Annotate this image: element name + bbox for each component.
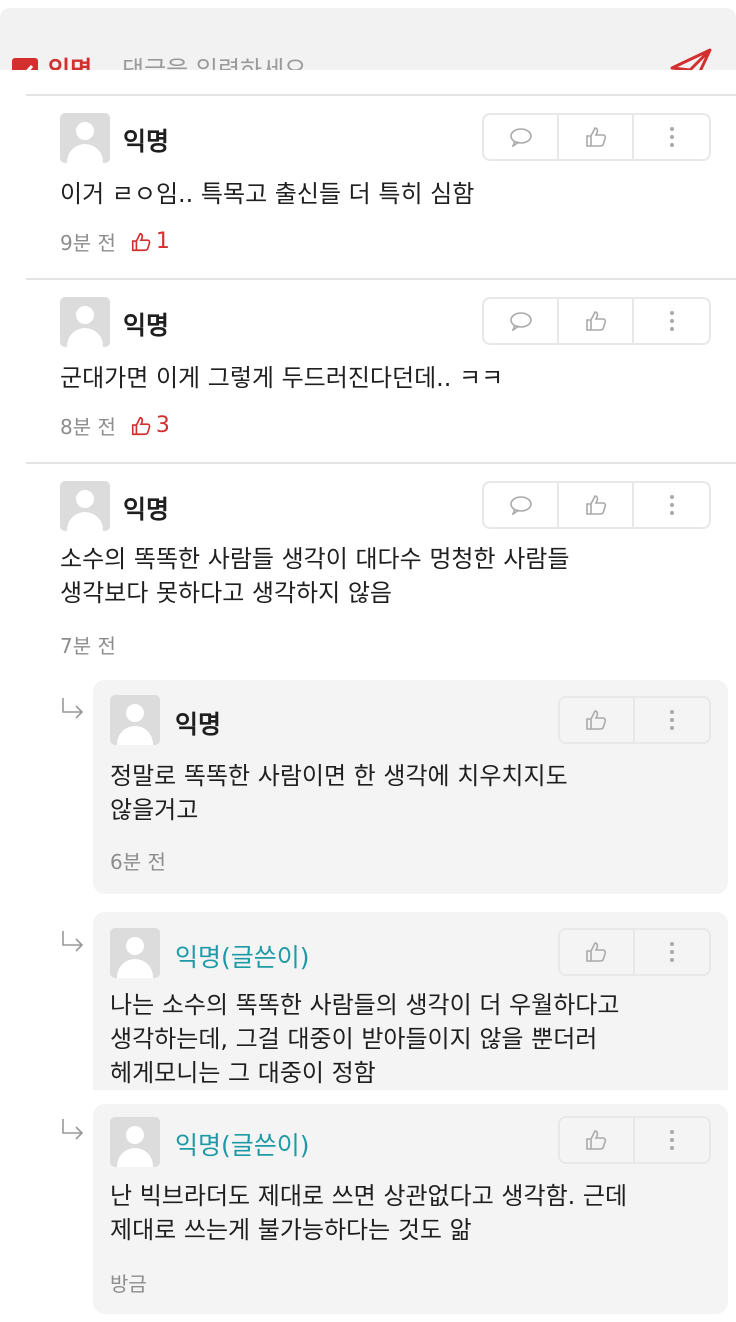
more-vertical-icon [669, 495, 674, 515]
comment-meta: 7분 전 [60, 630, 116, 659]
comment-actions [482, 481, 711, 529]
comment-item: 익명 이거 ㄹㅇ임.. 특목고 출신들 더 특히 심함 9분 전 1 [0, 96, 736, 278]
reply-time: 6분 전 [110, 850, 166, 874]
like-button[interactable] [560, 1118, 635, 1162]
more-vertical-icon [669, 127, 674, 147]
speech-bubble-icon [509, 128, 532, 147]
avatar [110, 1117, 160, 1167]
like-button[interactable] [559, 299, 635, 343]
thumbs-up-icon [586, 942, 607, 962]
comment-item: 익명 소수의 똑똑한 사람들 생각이 대다수 멍청한 사람들 생각보다 못하다고… [0, 464, 736, 674]
comment-item: 익명 군대가면 이게 그렇게 두드러진다던데.. ㅋㅋ 8분 전 3 [0, 280, 736, 462]
more-button[interactable] [634, 483, 709, 527]
reply-author-op: 익명(글쓴이) [175, 1131, 310, 1160]
reply-time: 방금 [110, 1272, 147, 1296]
avatar [110, 928, 160, 978]
more-vertical-icon [669, 942, 674, 962]
reply-button[interactable] [484, 483, 560, 527]
reply-author-op: 익명(글쓴이) [175, 943, 310, 972]
more-button[interactable] [634, 299, 709, 343]
comment-text: 소수의 똑똑한 사람들 생각이 대다수 멍청한 사람들 생각보다 못하다고 생각… [60, 545, 570, 607]
anonymous-checkbox[interactable] [12, 58, 38, 70]
comment-text: 군대가면 이게 그렇게 두드러진다던데.. ㅋㅋ [60, 364, 504, 392]
more-button[interactable] [635, 1118, 709, 1162]
like-count: 1 [130, 229, 170, 254]
checkbox-checked-icon [19, 64, 34, 70]
anonymous-label[interactable]: 익명 [48, 50, 92, 70]
reply-actions [558, 928, 711, 976]
reply-button[interactable] [484, 299, 560, 343]
avatar [60, 113, 110, 163]
like-count: 3 [130, 413, 170, 438]
reply-item: 익명(글쓴이) 난 빅브라더도 제대로 쓰면 상관없다고 생각함. 근데 제대로… [93, 1104, 728, 1314]
comment-composer: 익명 댓글을 입력하세요. [0, 8, 736, 70]
reply-text: 나는 소수의 똑똑한 사람들의 생각이 더 우월하다고 생각하는데, 그걸 대중… [110, 991, 620, 1087]
comment-actions [482, 113, 711, 161]
comment-input[interactable]: 댓글을 입력하세요. [122, 50, 314, 70]
reply-text: 정말로 똑똑한 사람이면 한 생각에 치우치지도 않을거고 [110, 762, 568, 824]
comment-author: 익명 [123, 127, 170, 156]
reply-arrow-icon [62, 931, 84, 952]
thumbs-up-icon [586, 1130, 607, 1150]
like-button[interactable] [560, 930, 635, 974]
reply-arrow-icon [62, 1119, 84, 1140]
send-icon [670, 48, 712, 70]
reply-meta: 6분 전 [110, 846, 166, 875]
comment-author: 익명 [123, 495, 170, 524]
comment-time: 7분 전 [60, 634, 116, 658]
reply-button[interactable] [484, 115, 560, 159]
reply-meta: 방금 [110, 1268, 147, 1297]
composer-bottom [0, 70, 736, 96]
reply-arrow-icon [62, 698, 84, 719]
speech-bubble-icon [509, 496, 532, 515]
reply-text: 난 빅브라더도 제대로 쓰면 상관없다고 생각함. 근데 제대로 쓰는게 불가능… [110, 1182, 628, 1244]
thumbs-up-icon [131, 232, 151, 251]
comment-meta: 9분 전 1 [60, 227, 170, 256]
avatar [110, 695, 160, 745]
avatar [60, 297, 110, 347]
more-button[interactable] [635, 930, 709, 974]
more-vertical-icon [669, 710, 674, 730]
more-button[interactable] [634, 115, 709, 159]
thumbs-up-icon [585, 127, 606, 147]
reply-actions [558, 696, 711, 744]
like-button[interactable] [560, 698, 635, 742]
thumbs-up-icon [586, 710, 607, 730]
thumbs-up-icon [585, 311, 606, 331]
like-button[interactable] [559, 483, 635, 527]
comment-text: 이거 ㄹㅇ임.. 특목고 출신들 더 특히 심함 [60, 180, 475, 208]
thumbs-up-icon [131, 416, 151, 435]
avatar [60, 481, 110, 531]
thumbs-up-icon [585, 495, 606, 515]
like-button[interactable] [559, 115, 635, 159]
reply-actions [558, 1116, 711, 1164]
reply-item: 익명(글쓴이) 나는 소수의 똑똑한 사람들의 생각이 더 우월하다고 생각하는… [93, 912, 728, 1090]
reply-item: 익명 정말로 똑똑한 사람이면 한 생각에 치우치지도 않을거고 6분 전 [93, 680, 728, 894]
more-vertical-icon [669, 1130, 674, 1150]
comment-meta: 8분 전 3 [60, 411, 170, 440]
comment-actions [482, 297, 711, 345]
comment-time: 8분 전 [60, 415, 116, 439]
comment-author: 익명 [123, 311, 170, 340]
more-button[interactable] [635, 698, 709, 742]
reply-author: 익명 [175, 710, 222, 739]
more-vertical-icon [669, 311, 674, 331]
speech-bubble-icon [509, 312, 532, 331]
comment-time: 9분 전 [60, 231, 116, 255]
send-button[interactable] [668, 44, 714, 70]
